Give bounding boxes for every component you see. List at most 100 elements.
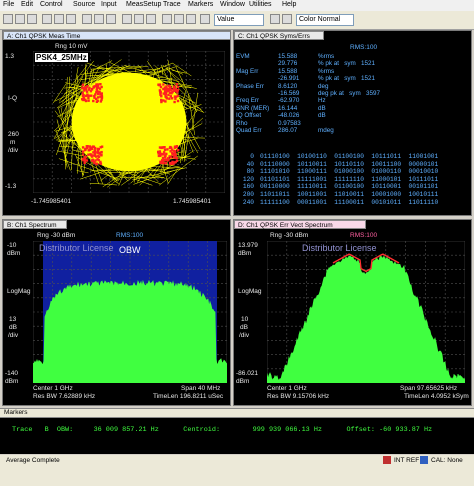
play-icon[interactable] xyxy=(54,14,64,24)
symbol-point xyxy=(175,145,178,149)
open-icon[interactable] xyxy=(3,14,13,24)
panel-b-center: Center 1 GHz xyxy=(33,385,73,392)
menu-edit[interactable]: Edit xyxy=(21,1,33,8)
symbol-bits: 00110000 11110011 01100100 10110001 0010… xyxy=(260,183,439,191)
status-message: Average Complete xyxy=(6,457,60,464)
symbol-point xyxy=(97,154,100,157)
peak-icon[interactable] xyxy=(94,14,104,24)
metric-value: 16.144 xyxy=(278,104,298,112)
symbol-point xyxy=(168,97,171,100)
spectrum-trace xyxy=(33,279,227,383)
metric-value: 8.6120 xyxy=(278,82,298,90)
scale-icon[interactable] xyxy=(174,14,184,24)
symbol-point xyxy=(92,151,95,154)
symbol-point xyxy=(174,87,177,91)
symbol-point xyxy=(87,96,90,100)
panel-a-title-bar[interactable]: A: Ch1 QPSK Meas Time xyxy=(3,31,230,40)
panel-d-y-scale: 10 xyxy=(241,316,249,323)
panel-c-title-bar[interactable]: C: Ch1 QPSK Syms/Errs xyxy=(234,31,324,40)
symbol-point xyxy=(99,83,102,86)
markers-title: Markers xyxy=(4,409,28,416)
panel-d-y-bottom-unit: dBm xyxy=(236,378,250,385)
symbol-point xyxy=(97,159,100,162)
print-icon[interactable] xyxy=(27,14,37,24)
stop-icon[interactable] xyxy=(66,14,76,24)
panel-b-y-top: -10 xyxy=(7,242,17,249)
symbol-point xyxy=(158,150,162,153)
menu-trace[interactable]: Trace xyxy=(163,1,181,8)
symbol-point xyxy=(163,90,167,93)
menu-help[interactable]: Help xyxy=(282,1,296,8)
metric-unit: % pk at sym 1521 xyxy=(318,75,376,83)
value-display-combo[interactable]: Value xyxy=(214,14,264,26)
snapshot-icon[interactable] xyxy=(270,14,280,24)
symbol-point xyxy=(85,90,89,93)
grid-icon[interactable] xyxy=(122,14,132,24)
symbol-point xyxy=(99,95,102,98)
panel-b-watermark: Distributor License xyxy=(39,243,114,253)
marker-icon[interactable] xyxy=(82,14,92,24)
symbol-point xyxy=(82,95,85,98)
metric-value: 15.588 xyxy=(278,53,298,60)
symbol-point xyxy=(98,151,101,155)
metric-unit: deg xyxy=(318,82,329,90)
symbol-point xyxy=(165,152,168,156)
panel-b-y-mid: LogMag xyxy=(7,288,31,295)
panel-b-timelen: TimeLen 196.8211 uSec xyxy=(153,393,224,400)
autoscale-icon[interactable] xyxy=(186,14,196,24)
panel-b-title-bar[interactable]: B: Ch1 Spectrum xyxy=(3,220,67,229)
menu-window[interactable]: Window xyxy=(220,1,245,8)
panel-d-y-scale-unit: dB xyxy=(240,324,248,331)
layout-icon[interactable] xyxy=(134,14,144,24)
panel-b-span: Span 40 MHz xyxy=(181,385,221,392)
symbol-point xyxy=(166,148,169,151)
color-mode-combo[interactable]: Color Normal xyxy=(296,14,354,26)
menu-source[interactable]: Source xyxy=(73,1,95,8)
panel-a-title: A: Ch1 QPSK Meas Time xyxy=(7,33,81,40)
metric-name: Phase Err xyxy=(236,82,264,90)
panel-b-rms: RMS:100 xyxy=(116,232,144,239)
save-icon[interactable] xyxy=(15,14,25,24)
symbol-point xyxy=(100,92,103,95)
metric-value: -26.991 xyxy=(278,75,300,83)
help-icon[interactable] xyxy=(200,14,210,24)
symbol-point xyxy=(160,98,163,102)
symbol-index: 240 xyxy=(242,198,254,206)
symbol-point xyxy=(162,83,165,86)
symbol-point xyxy=(168,84,171,87)
symbol-point xyxy=(81,91,84,95)
int-ref-indicator: INT REF xyxy=(394,457,420,464)
symbol-point xyxy=(84,99,88,103)
symbol-point xyxy=(84,155,87,159)
record-icon xyxy=(383,456,391,464)
panel-b-y-scale-unit: dB xyxy=(9,324,17,331)
color-icon[interactable] xyxy=(282,14,292,24)
symbol-point xyxy=(100,85,103,89)
symbol-point xyxy=(94,154,97,157)
markers-title-bar[interactable]: Markers xyxy=(0,408,474,418)
menu-input[interactable]: Input xyxy=(101,1,117,8)
symbol-bits: 11111100 00011001 11100011 00101011 1101… xyxy=(260,198,439,206)
zoom-icon[interactable] xyxy=(106,14,116,24)
symbol-point xyxy=(98,90,101,93)
symbol-point xyxy=(164,87,167,90)
menu-meassetup[interactable]: MeasSetup xyxy=(126,1,161,8)
symbol-point xyxy=(161,159,164,162)
panel-d-y-bottom: -86.021 xyxy=(236,370,259,377)
panel-d-y-top: 13.979 xyxy=(238,242,258,249)
pause-icon[interactable] xyxy=(42,14,52,24)
panel-b-title: B: Ch1 Spectrum xyxy=(7,222,57,229)
trace-icon[interactable] xyxy=(162,14,172,24)
menu-markers[interactable]: Markers xyxy=(188,1,213,8)
symbol-point xyxy=(159,153,163,156)
menu-file[interactable]: File xyxy=(3,1,14,8)
panel-d-title-bar[interactable]: D: Ch1 QPSK Err Vect Spectrum xyxy=(234,220,366,229)
toolbar: Value Color Normal xyxy=(0,11,474,30)
symbol-point xyxy=(100,98,103,101)
window-icon[interactable] xyxy=(146,14,156,24)
panel-a-overlay-label: PSK4_25MHz xyxy=(35,53,88,62)
symbol-point xyxy=(176,91,179,94)
menu-utilities[interactable]: Utilities xyxy=(249,1,272,8)
menu-control[interactable]: Control xyxy=(40,1,63,8)
symbol-point xyxy=(170,146,173,149)
